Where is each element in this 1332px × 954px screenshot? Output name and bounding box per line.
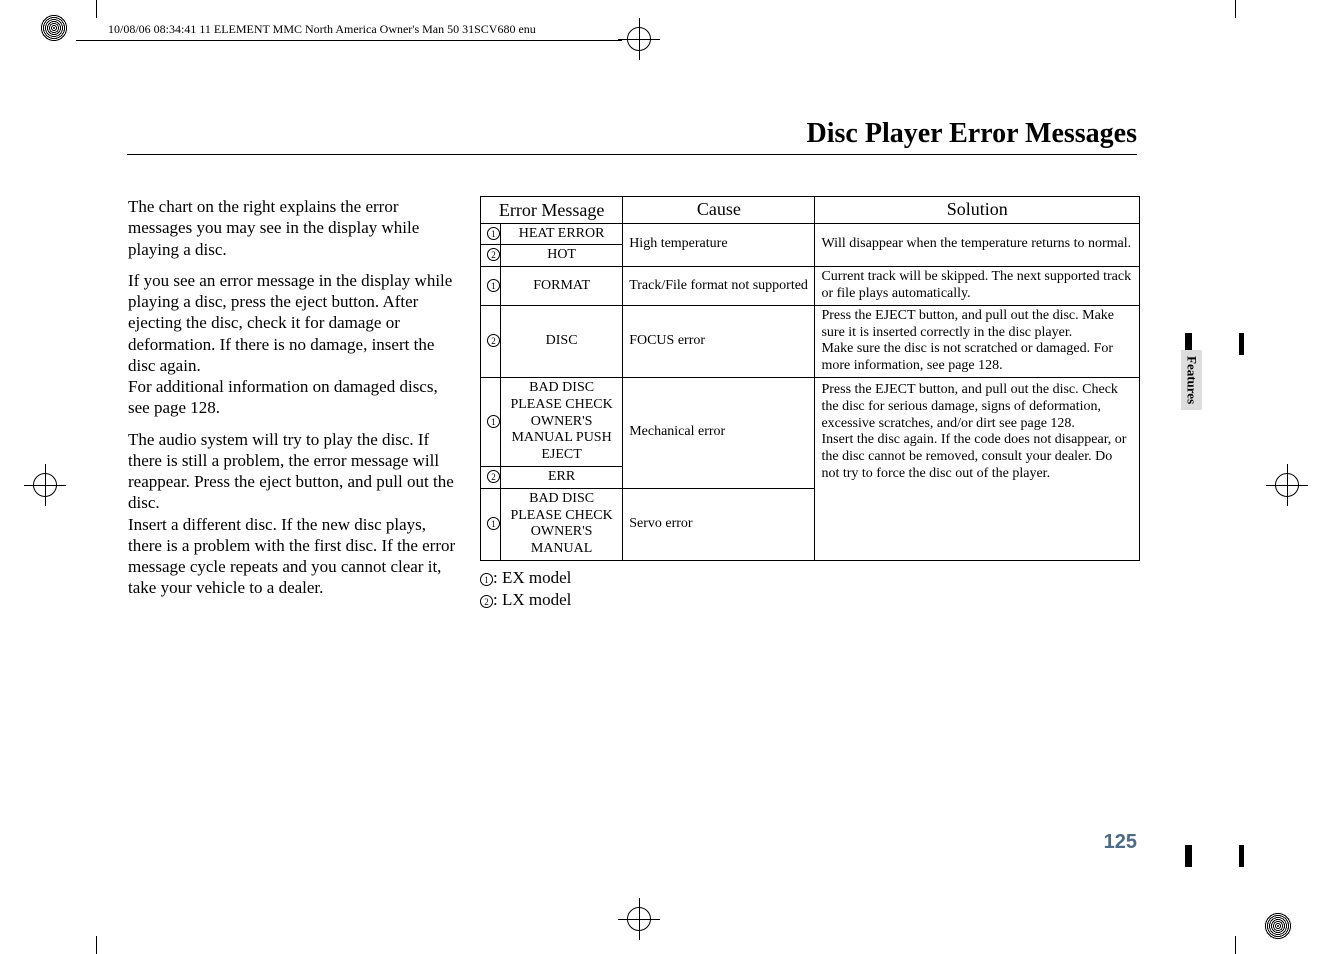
- msg-label: BAD DISC PLEASE CHECK OWNER'S MANUAL PUS…: [501, 377, 623, 466]
- model-ref: 1: [481, 488, 501, 560]
- title-underline: [127, 154, 1137, 155]
- crop-register-top: [624, 24, 654, 54]
- cause-cell: Mechanical error: [623, 377, 815, 488]
- legend-line-2: 2: LX model: [480, 589, 1140, 611]
- edge-index-bar: [1239, 845, 1244, 867]
- crop-line: [1235, 0, 1236, 18]
- table-header-row: Error Message Cause Solution: [481, 197, 1140, 224]
- instructions-paragraph-a: If you see an error message in the displ…: [128, 270, 458, 376]
- edge-index-bar: [1185, 845, 1192, 867]
- solution-cell: Press the EJECT button, and pull out the…: [815, 377, 1140, 560]
- header-cause: Cause: [623, 197, 815, 224]
- crop-register-bottom: [624, 904, 654, 934]
- table-row: 2 DISC FOCUS error Press the EJECT butto…: [481, 305, 1140, 377]
- header-error-message: Error Message: [481, 197, 623, 224]
- model-ref: 1: [481, 223, 501, 245]
- section-thumb-tab: Features: [1181, 350, 1202, 410]
- msg-label: HOT: [501, 245, 623, 267]
- error-table-container: Error Message Cause Solution 1 HEAT ERRO…: [480, 196, 1140, 611]
- table-row: 1 BAD DISC PLEASE CHECK OWNER'S MANUAL P…: [481, 377, 1140, 466]
- model-ref: 2: [481, 466, 501, 488]
- cause-cell: High temperature: [623, 223, 815, 267]
- model-ref: 1: [481, 377, 501, 466]
- solution-cell: Press the EJECT button, and pull out the…: [815, 305, 1140, 377]
- error-messages-table: Error Message Cause Solution 1 HEAT ERRO…: [480, 196, 1140, 561]
- printer-registration-br: [1264, 912, 1292, 940]
- msg-label: DISC: [501, 305, 623, 377]
- body-text-column: The chart on the right explains the erro…: [128, 196, 458, 609]
- solution-cell: Current track will be skipped. The next …: [815, 267, 1140, 306]
- edge-index-bar: [1239, 333, 1244, 355]
- model-ref: 2: [481, 305, 501, 377]
- msg-label: HEAT ERROR: [501, 223, 623, 245]
- header-underline: [76, 40, 622, 41]
- cause-cell: Servo error: [623, 488, 815, 560]
- instructions-paragraph-b: For additional information on damaged di…: [128, 376, 458, 419]
- retry-paragraph-a: The audio system will try to play the di…: [128, 429, 458, 514]
- crop-line: [96, 0, 97, 18]
- table-legend: 1: EX model 2: LX model: [480, 567, 1140, 611]
- table-row: 1 FORMAT Track/File format not supported…: [481, 267, 1140, 306]
- cause-cell: FOCUS error: [623, 305, 815, 377]
- msg-label: ERR: [501, 466, 623, 488]
- table-row: 1 HEAT ERROR High temperature Will disap…: [481, 223, 1140, 245]
- model-ref: 2: [481, 245, 501, 267]
- cause-cell: Track/File format not supported: [623, 267, 815, 306]
- print-header-metadata: 10/08/06 08:34:41 11 ELEMENT MMC North A…: [108, 22, 536, 37]
- printer-registration-tl: [40, 14, 68, 42]
- intro-paragraph: The chart on the right explains the erro…: [128, 196, 458, 260]
- page-number: 125: [1104, 831, 1137, 854]
- crop-register-left: [30, 470, 60, 500]
- retry-paragraph-b: Insert a different disc. If the new disc…: [128, 514, 458, 599]
- crop-register-right: [1272, 470, 1302, 500]
- solution-cell: Will disappear when the temperature retu…: [815, 223, 1140, 267]
- crop-line: [96, 936, 97, 954]
- page-title: Disc Player Error Messages: [807, 118, 1137, 150]
- section-thumb-tab-label: Features: [1184, 356, 1200, 404]
- legend-line-1: 1: EX model: [480, 567, 1140, 589]
- model-ref: 1: [481, 267, 501, 306]
- msg-label: FORMAT: [501, 267, 623, 306]
- crop-line: [1235, 936, 1236, 954]
- header-solution: Solution: [815, 197, 1140, 224]
- msg-label: BAD DISC PLEASE CHECK OWNER'S MANUAL: [501, 488, 623, 560]
